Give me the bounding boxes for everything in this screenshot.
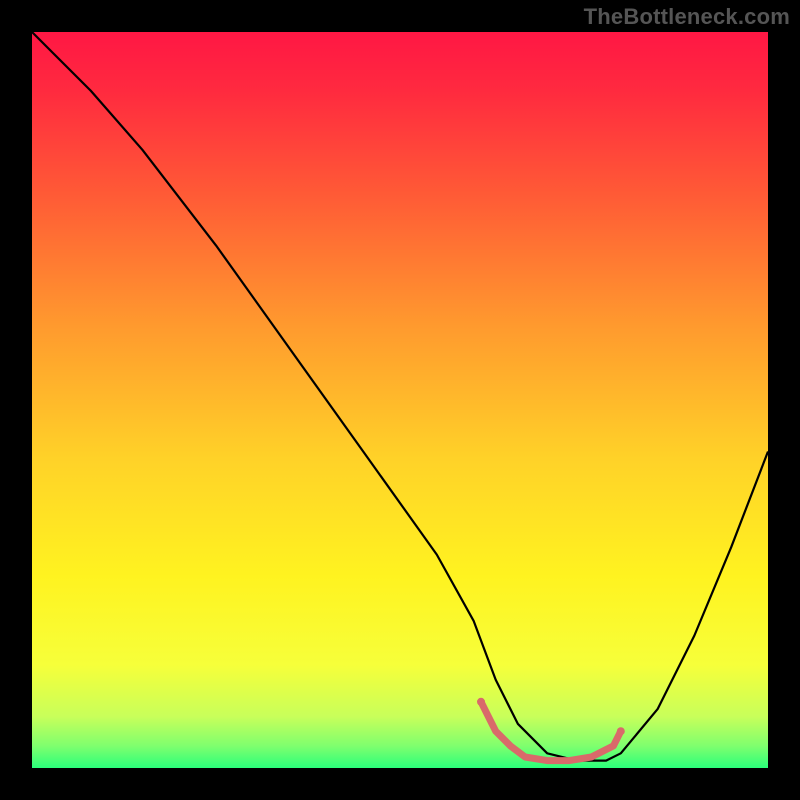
chart-frame: TheBottleneck.com	[0, 0, 800, 800]
highlight-endpoint	[617, 727, 625, 735]
watermark-text: TheBottleneck.com	[584, 4, 790, 30]
plot-background	[32, 32, 768, 768]
bottleneck-chart	[0, 0, 800, 800]
highlight-endpoint	[477, 698, 485, 706]
